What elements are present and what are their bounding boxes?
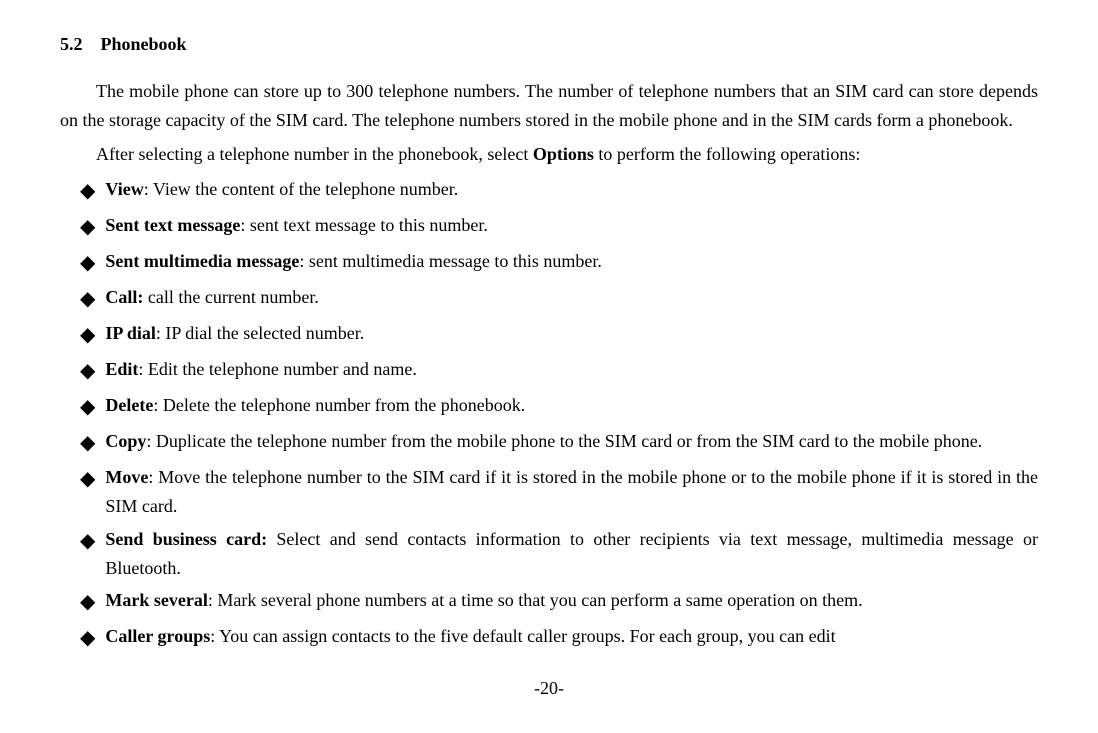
paragraph-1-text: The mobile phone can store up to 300 tel… <box>60 81 1038 130</box>
item-text: Edit: Edit the telephone number and name… <box>105 355 1038 384</box>
list-item: ◆ Edit: Edit the telephone number and na… <box>60 355 1038 387</box>
bullet-icon: ◆ <box>80 525 95 557</box>
item-term: View <box>105 179 143 199</box>
item-term: Send business card: <box>105 529 267 549</box>
page-number: -20- <box>60 674 1038 703</box>
item-term: Sent text message <box>105 215 240 235</box>
bullet-icon: ◆ <box>80 247 95 279</box>
item-term: Mark several <box>105 590 207 610</box>
item-text: Copy: Duplicate the telephone number fro… <box>105 427 1038 456</box>
item-text: Send business card: Select and send cont… <box>105 525 1038 583</box>
bullet-icon: ◆ <box>80 283 95 315</box>
item-text: Mark several: Mark several phone numbers… <box>105 586 1038 615</box>
item-text: Delete: Delete the telephone number from… <box>105 391 1038 420</box>
list-item: ◆ Sent text message: sent text message t… <box>60 211 1038 243</box>
list-item: ◆ Delete: Delete the telephone number fr… <box>60 391 1038 423</box>
paragraph-2-before: After selecting a telephone number in th… <box>96 144 533 164</box>
features-list: ◆ View: View the content of the telephon… <box>60 175 1038 654</box>
list-item: ◆ Move: Move the telephone number to the… <box>60 463 1038 521</box>
paragraph-1: The mobile phone can store up to 300 tel… <box>60 77 1038 135</box>
bullet-icon: ◆ <box>80 391 95 423</box>
item-term: Caller groups <box>105 626 210 646</box>
item-text: IP dial: IP dial the selected number. <box>105 319 1038 348</box>
bullet-icon: ◆ <box>80 427 95 459</box>
item-term: Move <box>105 467 148 487</box>
bullet-icon: ◆ <box>80 586 95 618</box>
item-text: Call: call the current number. <box>105 283 1038 312</box>
paragraph-2-after: to perform the following operations: <box>594 144 860 164</box>
section-header: 5.2 Phonebook <box>60 30 1038 69</box>
list-item: ◆ Send business card: Select and send co… <box>60 525 1038 583</box>
list-item: ◆ Sent multimedia message: sent multimed… <box>60 247 1038 279</box>
bullet-icon: ◆ <box>80 175 95 207</box>
list-item: ◆ Call: call the current number. <box>60 283 1038 315</box>
item-text: Move: Move the telephone number to the S… <box>105 463 1038 521</box>
item-term: Sent multimedia message <box>105 251 299 271</box>
bullet-icon: ◆ <box>80 319 95 351</box>
section-title: Phonebook <box>101 30 187 59</box>
item-term: Copy <box>105 431 146 451</box>
item-term: Delete <box>105 395 153 415</box>
list-item: ◆ IP dial: IP dial the selected number. <box>60 319 1038 351</box>
item-term: Edit <box>105 359 138 379</box>
bullet-icon: ◆ <box>80 622 95 654</box>
list-item: ◆ Copy: Duplicate the telephone number f… <box>60 427 1038 459</box>
bullet-icon: ◆ <box>80 355 95 387</box>
section-number: 5.2 <box>60 30 83 59</box>
item-text: View: View the content of the telephone … <box>105 175 1038 204</box>
paragraph-2: After selecting a telephone number in th… <box>60 140 1038 169</box>
list-item: ◆ View: View the content of the telephon… <box>60 175 1038 207</box>
item-term: Call: <box>105 287 143 307</box>
list-item: ◆ Mark several: Mark several phone numbe… <box>60 586 1038 618</box>
bullet-icon: ◆ <box>80 463 95 495</box>
options-keyword: Options <box>533 144 594 164</box>
bullet-icon: ◆ <box>80 211 95 243</box>
item-text: Caller groups: You can assign contacts t… <box>105 622 1038 651</box>
item-text: Sent multimedia message: sent multimedia… <box>105 247 1038 276</box>
item-text: Sent text message: sent text message to … <box>105 211 1038 240</box>
item-term: IP dial <box>105 323 156 343</box>
list-item: ◆ Caller groups: You can assign contacts… <box>60 622 1038 654</box>
